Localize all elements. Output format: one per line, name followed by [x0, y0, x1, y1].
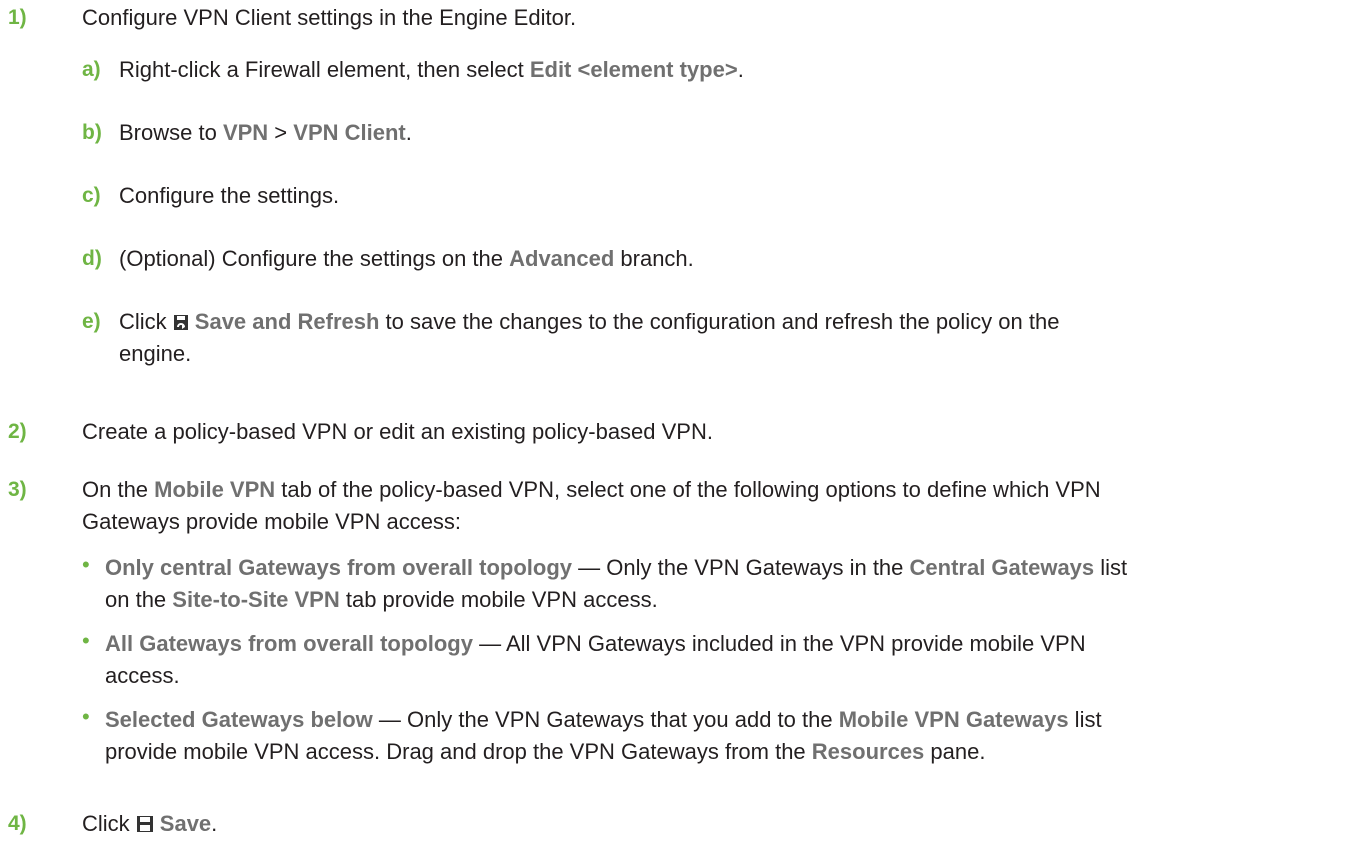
substep-text: Click Save and Refresh to save the chang…	[119, 306, 1059, 340]
step-text-line2: Gateways provide mobile VPN access:	[82, 509, 462, 534]
ui-label: Central Gateways	[909, 555, 1095, 580]
ui-label: Resources	[811, 739, 925, 764]
save-refresh-icon	[173, 308, 189, 340]
step-number: 1)	[8, 6, 27, 29]
bullet-text: Only central Gateways from overall topol…	[105, 555, 1128, 580]
substep-letter: b)	[82, 121, 102, 144]
substep-letter: c)	[82, 184, 101, 207]
step-number: 3)	[8, 478, 27, 501]
substep-text: Configure the settings.	[119, 183, 340, 208]
bullet-text-line2: on the Site-to-Site VPN tab provide mobi…	[105, 587, 658, 612]
substep-letter: e)	[82, 310, 101, 333]
bullet-text-line2: access.	[105, 663, 180, 688]
ui-label: Save and Refresh	[194, 309, 380, 334]
substep-text-line2: engine.	[119, 341, 192, 366]
bullet-text: Selected Gateways below — Only the VPN G…	[105, 707, 1102, 732]
step-number: 4)	[8, 812, 27, 835]
save-icon	[136, 810, 154, 842]
bullet-text-line2: provide mobile VPN access. Drag and drop…	[105, 739, 986, 764]
step-text: Create a policy-based VPN or edit an exi…	[82, 419, 713, 444]
step-number: 2)	[8, 420, 27, 443]
ui-label: Save	[159, 811, 212, 836]
step-text: On the Mobile VPN tab of the policy-base…	[82, 477, 1101, 502]
bullet-icon: •	[82, 552, 90, 577]
ui-label: Mobile VPN Gateways	[838, 707, 1069, 732]
ui-label: Advanced	[509, 246, 615, 271]
substep-text: (Optional) Configure the settings on the…	[119, 246, 694, 271]
substep-text: Browse to VPN > VPN Client.	[119, 120, 412, 145]
substep-letter: d)	[82, 247, 102, 270]
ui-label: Selected Gateways below	[105, 707, 373, 732]
ui-label: Mobile VPN	[154, 477, 276, 502]
bullet-text: All Gateways from overall topology — All…	[105, 631, 1086, 656]
bullet-icon: •	[82, 704, 90, 729]
ui-label: Site-to-Site VPN	[172, 587, 340, 612]
ui-label: VPN Client	[293, 120, 406, 145]
substep-text: Right-click a Firewall element, then sel…	[119, 57, 744, 82]
step-text: Click Save.	[82, 808, 217, 842]
ui-label: Only central Gateways from overall topol…	[105, 555, 573, 580]
substep-letter: a)	[82, 58, 101, 81]
step-text: Configure VPN Client settings in the Eng…	[82, 5, 577, 30]
ui-label: VPN	[222, 120, 269, 145]
ui-label: Edit <element type>	[529, 57, 738, 82]
bullet-icon: •	[82, 628, 90, 653]
ui-label: All Gateways from overall topology	[105, 631, 473, 656]
